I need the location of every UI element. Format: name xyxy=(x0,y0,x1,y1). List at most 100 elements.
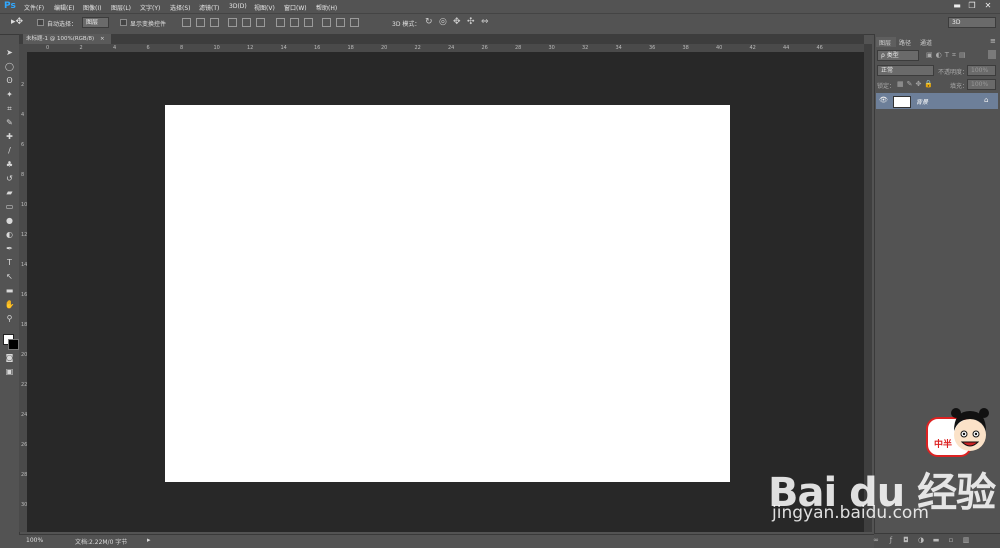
menu-select[interactable]: 选择(S) xyxy=(170,3,191,12)
tab-layers[interactable]: 图层 xyxy=(879,38,891,47)
eraser-tool-icon[interactable]: ▰ xyxy=(4,187,15,198)
3d-pan-icon[interactable]: ✥ xyxy=(453,17,461,27)
shape-tool-icon[interactable]: ▬ xyxy=(4,285,15,296)
menu-3d[interactable]: 3D(D) xyxy=(229,3,247,10)
clone-stamp-tool-icon[interactable]: ♣ xyxy=(4,159,15,170)
ruler-h-label: 42 xyxy=(749,45,756,51)
menu-layer[interactable]: 图层(L) xyxy=(111,3,131,12)
opacity-field[interactable]: 100% xyxy=(967,65,996,76)
show-transform-label: 显示变换控件 xyxy=(130,21,167,28)
ruler-h-label: 8 xyxy=(180,45,184,51)
status-menu-arrow-icon[interactable]: ▸ xyxy=(147,536,151,544)
align-bottom-icon[interactable] xyxy=(210,18,219,27)
new-layer-icon[interactable]: ▫ xyxy=(947,536,955,544)
layer-thumbnail[interactable] xyxy=(893,96,911,108)
align-top-icon[interactable] xyxy=(182,18,191,27)
move-tool-icon[interactable]: ▸✥ xyxy=(11,17,23,27)
vertical-scrollbar[interactable] xyxy=(864,44,872,532)
distribute-top-icon[interactable] xyxy=(276,18,285,27)
3d-roll-icon[interactable]: ◎ xyxy=(439,17,447,27)
distribute-vcenter-icon[interactable] xyxy=(290,18,299,27)
adjustment-layer-icon[interactable]: ◑ xyxy=(917,536,925,544)
show-transform-checkbox[interactable] xyxy=(120,19,127,26)
background-color-swatch[interactable] xyxy=(8,339,19,350)
watermark-url: jingyan.baidu.com xyxy=(772,503,929,523)
layer-visibility-eye-icon[interactable]: 👁 xyxy=(879,96,888,104)
crop-tool-icon[interactable]: ⌗ xyxy=(4,103,15,114)
fill-label: 填充： xyxy=(950,83,969,90)
filter-icons[interactable]: ▣◐T⌗▤ xyxy=(926,51,969,60)
blend-mode-dropdown[interactable]: 正常 xyxy=(877,65,934,76)
lock-icons[interactable]: ▦✎✥🔒 xyxy=(897,80,936,88)
tab-close-icon[interactable]: × xyxy=(100,36,105,42)
eyedropper-tool-icon[interactable]: ✎ xyxy=(4,117,15,128)
zoom-tool-icon[interactable]: ⚲ xyxy=(4,313,15,324)
menu-view[interactable]: 视图(V) xyxy=(254,3,275,12)
hand-tool-icon[interactable]: ✋ xyxy=(4,299,15,310)
close-icon[interactable]: ✕ xyxy=(982,1,994,11)
delete-layer-icon[interactable]: ▥ xyxy=(962,536,970,544)
add-mask-icon[interactable]: ◘ xyxy=(902,536,910,544)
3d-slide-icon[interactable]: ✣ xyxy=(467,17,475,27)
filter-toggle-icon[interactable] xyxy=(988,50,996,59)
ruler-h-label: 46 xyxy=(816,45,823,51)
move-tool-icon[interactable]: ➤ xyxy=(4,47,15,58)
distribute-bottom-icon[interactable] xyxy=(304,18,313,27)
path-selection-tool-icon[interactable]: ↖ xyxy=(4,271,15,282)
ruler-h-label: 34 xyxy=(615,45,622,51)
marquee-tool-icon[interactable]: ◯ xyxy=(4,61,15,72)
ruler-h-label: 30 xyxy=(548,45,555,51)
screen-mode-icon[interactable]: ▣ xyxy=(4,366,15,377)
healing-brush-tool-icon[interactable]: ✚ xyxy=(4,131,15,142)
ruler-v-label: 2 xyxy=(21,82,25,88)
tab-channels[interactable]: 通道 xyxy=(920,38,932,47)
link-layers-icon[interactable]: ∞ xyxy=(872,536,880,544)
align-hcenter-icon[interactable] xyxy=(242,18,251,27)
zoom-level[interactable]: 100% xyxy=(26,537,43,544)
3d-rotate-icon[interactable]: ↻ xyxy=(425,17,433,27)
history-brush-tool-icon[interactable]: ↺ xyxy=(4,173,15,184)
new-group-icon[interactable]: ▬ xyxy=(932,536,940,544)
blur-tool-icon[interactable]: ● xyxy=(4,215,15,226)
ruler-h-label: 14 xyxy=(280,45,287,51)
menu-edit[interactable]: 编辑(E) xyxy=(54,3,74,12)
auto-select-checkbox[interactable] xyxy=(37,19,44,26)
ruler-h-label: 40 xyxy=(716,45,723,51)
align-left-icon[interactable] xyxy=(228,18,237,27)
menu-file[interactable]: 文件(F) xyxy=(24,3,44,12)
distribute-left-icon[interactable] xyxy=(322,18,331,27)
layer-name[interactable]: 背景 xyxy=(916,97,928,106)
auto-select-dropdown[interactable]: 图层 xyxy=(82,17,109,28)
dodge-tool-icon[interactable]: ◐ xyxy=(4,229,15,240)
brush-tool-icon[interactable]: / xyxy=(4,145,15,156)
menu-window[interactable]: 窗口(W) xyxy=(284,3,307,12)
menu-help[interactable]: 帮助(H) xyxy=(316,3,337,12)
restore-icon[interactable]: ❐ xyxy=(966,1,978,11)
gradient-tool-icon[interactable]: ▭ xyxy=(4,201,15,212)
quick-mask-icon[interactable]: ◙ xyxy=(4,352,15,363)
layer-filter-dropdown[interactable]: ρ 类型 xyxy=(877,50,919,61)
document-canvas[interactable] xyxy=(165,105,730,482)
panel-menu-icon[interactable]: ≡ xyxy=(990,37,996,45)
tab-paths[interactable]: 路径 xyxy=(899,38,911,47)
type-tool-icon[interactable]: T xyxy=(4,257,15,268)
workspace-dropdown[interactable]: 3D xyxy=(948,17,996,28)
menu-filter[interactable]: 滤镜(T) xyxy=(199,3,219,12)
layer-style-icon[interactable]: ƒ xyxy=(887,536,895,544)
menu-image[interactable]: 图像(I) xyxy=(83,3,101,12)
document-tab[interactable]: 未标题-1 @ 100%(RGB/8) × xyxy=(23,34,111,44)
ruler-h-label: 4 xyxy=(113,45,117,51)
fill-field[interactable]: 100% xyxy=(967,79,996,90)
minimize-icon[interactable]: ▬ xyxy=(951,1,963,11)
menu-type[interactable]: 文字(Y) xyxy=(140,3,160,12)
distribute-right-icon[interactable] xyxy=(350,18,359,27)
distribute-hcenter-icon[interactable] xyxy=(336,18,345,27)
pen-tool-icon[interactable]: ✒ xyxy=(4,243,15,254)
ruler-h-label: 44 xyxy=(783,45,790,51)
lasso-tool-icon[interactable]: ʘ xyxy=(4,75,15,86)
ruler-h-label: 22 xyxy=(414,45,421,51)
magic-wand-tool-icon[interactable]: ✦ xyxy=(4,89,15,100)
align-vcenter-icon[interactable] xyxy=(196,18,205,27)
align-right-icon[interactable] xyxy=(256,18,265,27)
3d-scale-icon[interactable]: ⇔ xyxy=(481,17,489,27)
